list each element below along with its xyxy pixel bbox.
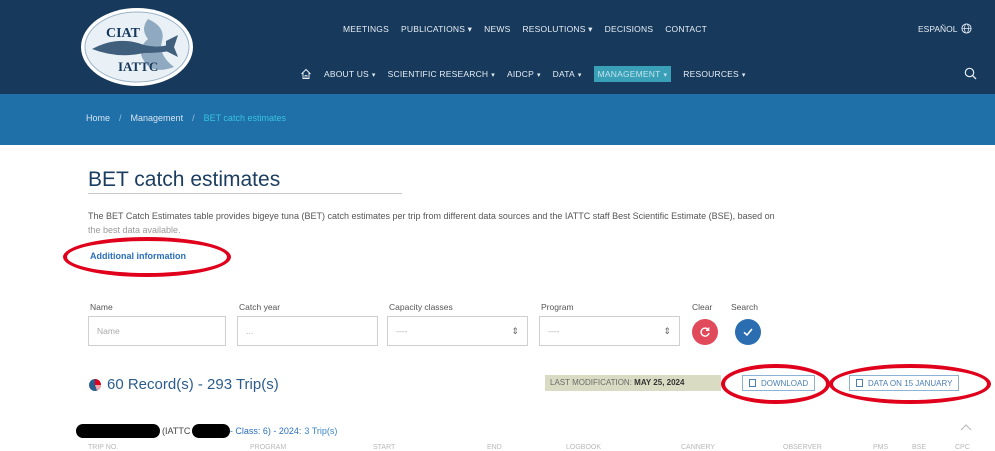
language-label: ESPAÑOL (918, 23, 958, 34)
chevron-down-icon: ▾ (536, 72, 541, 79)
nav-scientific-research[interactable]: SCIENTIFIC RESEARCH ▾ (388, 69, 495, 79)
nav-resources-label: RESOURCES (683, 69, 739, 79)
records-count: 60 Record(s) - 293 Trip(s) (107, 376, 279, 393)
nav-data[interactable]: DATA ▾ (553, 69, 582, 79)
nav-about-label: ABOUT US (324, 69, 369, 79)
language-switch[interactable]: ESPAÑOL (918, 23, 972, 34)
capacity-classes-select[interactable]: ---- ⇕ (387, 316, 528, 346)
redaction-block (76, 424, 160, 438)
main-nav: ABOUT US ▾ SCIENTIFIC RESEARCH ▾ AIDCP ▾ DA… (300, 66, 758, 82)
nav-science-label: SCIENTIFIC RESEARCH (387, 69, 489, 79)
intro-line-1: The BET Catch Estimates table provides b… (88, 211, 775, 221)
chevron-down-icon: ▾ (741, 72, 746, 79)
breadcrumb-current: BET catch estimates (203, 113, 286, 123)
globe-icon (960, 23, 972, 34)
top-nav: MEETINGS PUBLICATIONS ▾ NEWS RESOLUTIONS… (343, 22, 719, 36)
intro-line-2: the best data available. (88, 225, 181, 235)
breadcrumb-home[interactable]: Home (86, 113, 110, 123)
title-divider (88, 193, 402, 194)
program-select[interactable]: ---- ⇕ (539, 316, 680, 346)
breadcrumb-bar: Home / Management / BET catch estimates (0, 94, 995, 145)
nav-news[interactable]: NEWS (484, 24, 510, 34)
intro-text: The BET Catch Estimates table provides b… (88, 209, 978, 237)
chevron-down-icon: ▾ (663, 72, 668, 79)
redaction-block (191, 424, 230, 438)
nav-aidcp-label: AIDCP (506, 69, 534, 79)
chevron-down-icon: ▾ (577, 72, 582, 79)
logo-text-iattc: IATTC (118, 59, 158, 74)
pie-chart-icon (89, 378, 101, 391)
group-trips[interactable]: 3 Trip(s) (304, 426, 337, 436)
capacity-classes-value: ---- (396, 326, 408, 336)
program-label: Program (541, 302, 574, 312)
chevron-down-icon: ▾ (491, 72, 495, 79)
nav-data-label: DATA (552, 69, 575, 79)
chevron-up-icon[interactable] (960, 423, 972, 431)
catch-year-input[interactable]: ... (237, 316, 378, 346)
search-label: Search (731, 302, 758, 312)
nav-about-us[interactable]: ABOUT US ▾ (324, 69, 376, 79)
records-summary: 60 Record(s) - 293 Trip(s) (88, 376, 279, 393)
breadcrumb-management[interactable]: Management (131, 113, 184, 123)
annotation-ring (721, 364, 830, 404)
iattc-logo[interactable]: CIAT IATTC (78, 5, 196, 89)
name-filter-label: Name (90, 302, 113, 312)
select-arrows-icon: ⇕ (663, 326, 671, 336)
last-modification-badge: LAST MODIFICATION: MAY 25, 2024 (545, 375, 721, 391)
last-modification-date: MAY 25, 2024 (634, 378, 685, 387)
breadcrumb-separator: / (119, 113, 122, 123)
check-icon (743, 328, 753, 337)
select-arrows-icon: ⇕ (511, 326, 519, 336)
search-button[interactable] (735, 319, 761, 345)
nav-resources[interactable]: RESOURCES ▾ (683, 69, 745, 79)
nav-resolutions[interactable]: RESOLUTIONS ▾ (522, 24, 592, 35)
annotation-ring (829, 364, 991, 404)
nav-publications[interactable]: PUBLICATIONS ▾ (401, 24, 472, 35)
breadcrumb: Home / Management / BET catch estimates (86, 113, 286, 123)
catch-year-label: Catch year (239, 302, 281, 312)
nav-meetings[interactable]: MEETINGS (343, 24, 389, 34)
group-class-year: - Class: 6) - 2024: (229, 426, 302, 436)
nav-aidcp[interactable]: AIDCP ▾ (507, 69, 541, 79)
clear-button[interactable] (692, 319, 718, 345)
nav-contact[interactable]: CONTACT (665, 24, 707, 34)
nav-decisions[interactable]: DECISIONS (605, 24, 654, 34)
clear-label: Clear (692, 302, 713, 312)
annotation-ring (63, 237, 231, 277)
home-icon[interactable] (300, 68, 312, 80)
group-header[interactable]: (IATTC # - Class: 6) - 2024: 3 Trip(s) (76, 424, 337, 438)
nav-management[interactable]: MANAGEMENT ▾ (593, 66, 672, 82)
program-value: ---- (548, 326, 560, 336)
nav-management-label: MANAGEMENT (597, 69, 661, 79)
logo-text-ciat: CIAT (106, 26, 141, 41)
capacity-classes-label: Capacity classes (389, 302, 453, 312)
search-icon[interactable] (964, 67, 977, 80)
page-title: BET catch estimates (88, 168, 281, 191)
breadcrumb-separator: / (192, 113, 195, 123)
last-modification-label: LAST MODIFICATION: (550, 378, 632, 387)
name-input[interactable]: Name (88, 316, 226, 346)
chevron-down-icon: ▾ (371, 72, 376, 79)
refresh-icon (700, 327, 710, 337)
site-header: CIAT IATTC MEETINGS PUBLICATIONS ▾ NEWS … (0, 0, 995, 94)
